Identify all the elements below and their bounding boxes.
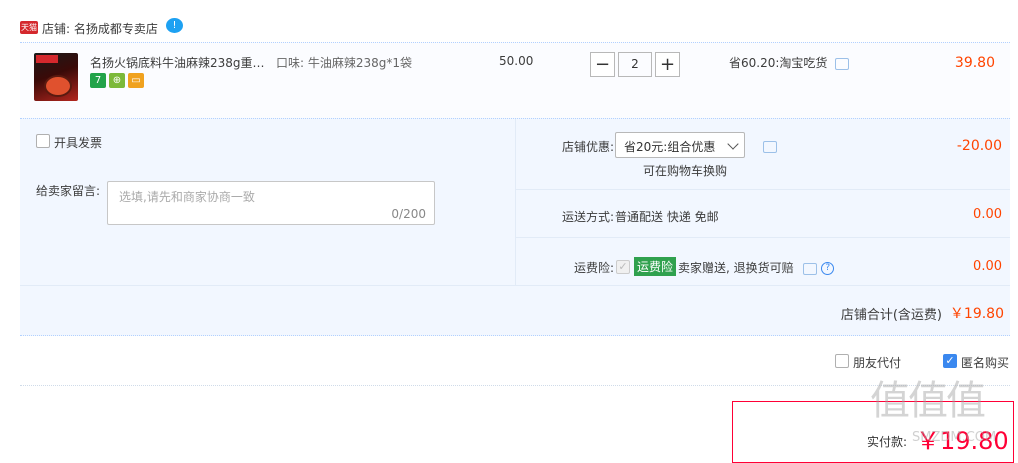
column-divider [515, 119, 516, 285]
coupon-selected-value: 省20元:组合优惠 [624, 140, 716, 154]
insurance-badge: 运费险 [634, 257, 677, 276]
help-icon[interactable]: ? [821, 262, 835, 275]
store-name[interactable]: 店铺: 名扬成都专卖店 [42, 20, 158, 37]
product-thumbnail[interactable] [34, 53, 78, 101]
invoice-checkbox[interactable] [36, 134, 50, 148]
coupon-sub-note: 可在购物车换购 [643, 164, 728, 178]
hotpot-icon [44, 75, 72, 97]
credit-card-icon[interactable]: ▭ [128, 73, 144, 88]
row-separator [515, 237, 1010, 238]
message-char-count: 0/200 [391, 207, 426, 221]
store-chat-icon[interactable]: ! [166, 18, 183, 33]
comment-icon[interactable] [835, 57, 850, 70]
watermark-url: SMZDM.COM [912, 430, 997, 445]
anonymous-checkbox[interactable]: ✓ [943, 354, 957, 368]
invoice-label[interactable]: 开具发票 [54, 134, 102, 151]
insurance-text: 卖家赠送, 退换货可赔 [678, 261, 794, 275]
insurance-comment-icon[interactable] [803, 262, 818, 275]
coupon-amount: -20.00 [956, 138, 1002, 154]
thumbnail-logo-icon [36, 55, 58, 63]
final-payment-label: 实付款: [867, 435, 908, 449]
order-options-panel: 开具发票 给卖家留言: 选填,请先和商家协商一致 0/200 店铺优惠: 省20… [20, 118, 1010, 336]
tmall-badge-icon: 天猫 [20, 21, 38, 34]
shipping-label: 运送方式: [561, 210, 614, 224]
quantity-stepper: − 2 + [590, 52, 680, 77]
coupon-label: 店铺优惠: [561, 140, 614, 154]
message-placeholder: 选填,请先和商家协商一致 [119, 190, 255, 204]
store-total-value: ￥19.80 [949, 306, 1004, 322]
guarantee-icon[interactable]: ⊕ [109, 73, 125, 88]
insurance-label: 运费险: [573, 261, 614, 275]
message-label: 给卖家留言: [36, 184, 101, 198]
increase-quantity-button[interactable]: + [655, 52, 680, 77]
store-total-label: 店铺合计(含运费) [840, 308, 942, 323]
insurance-checkbox: ✓ [616, 260, 630, 274]
chevron-down-icon [727, 138, 739, 150]
unit-price: 50.00 [499, 54, 534, 68]
item-row: 名扬火锅底料牛油麻辣238g重… 7 ⊕ ▭ 口味: 牛油麻辣238g*1袋 5… [20, 42, 1010, 118]
decrease-quantity-button[interactable]: − [590, 52, 615, 77]
seven-day-return-icon[interactable]: 7 [90, 73, 106, 88]
shipping-amount: 0.00 [973, 207, 1002, 222]
coupon-select[interactable]: 省20元:组合优惠 [615, 132, 745, 158]
service-icons: 7 ⊕ ▭ [90, 73, 144, 88]
insurance-description: 卖家赠送, 退换货可赔 ? [678, 259, 835, 276]
saving-text: 省60.20:淘宝吃货 [729, 56, 828, 70]
shipping-method: 普通配送 快递 免邮 [615, 210, 719, 224]
coupon-comment-icon[interactable] [763, 141, 777, 153]
message-textarea[interactable]: 选填,请先和商家协商一致 0/200 [107, 181, 435, 225]
quantity-input[interactable]: 2 [618, 52, 652, 77]
sku-info: 口味: 牛油麻辣238g*1袋 [276, 56, 413, 70]
product-title-link[interactable]: 名扬火锅底料牛油麻辣238g重… [90, 54, 270, 71]
watermark-logo: 值值值 [870, 378, 986, 424]
section-divider [20, 385, 1010, 387]
item-total-price: 39.80 [954, 55, 995, 71]
store-total-row: 店铺合计(含运费) ￥19.80 [20, 285, 1010, 336]
saving-info: 省60.20:淘宝吃货 [729, 54, 850, 71]
friend-pay-checkbox[interactable] [835, 354, 849, 368]
row-separator [515, 189, 1010, 190]
insurance-amount: 0.00 [973, 259, 1002, 274]
